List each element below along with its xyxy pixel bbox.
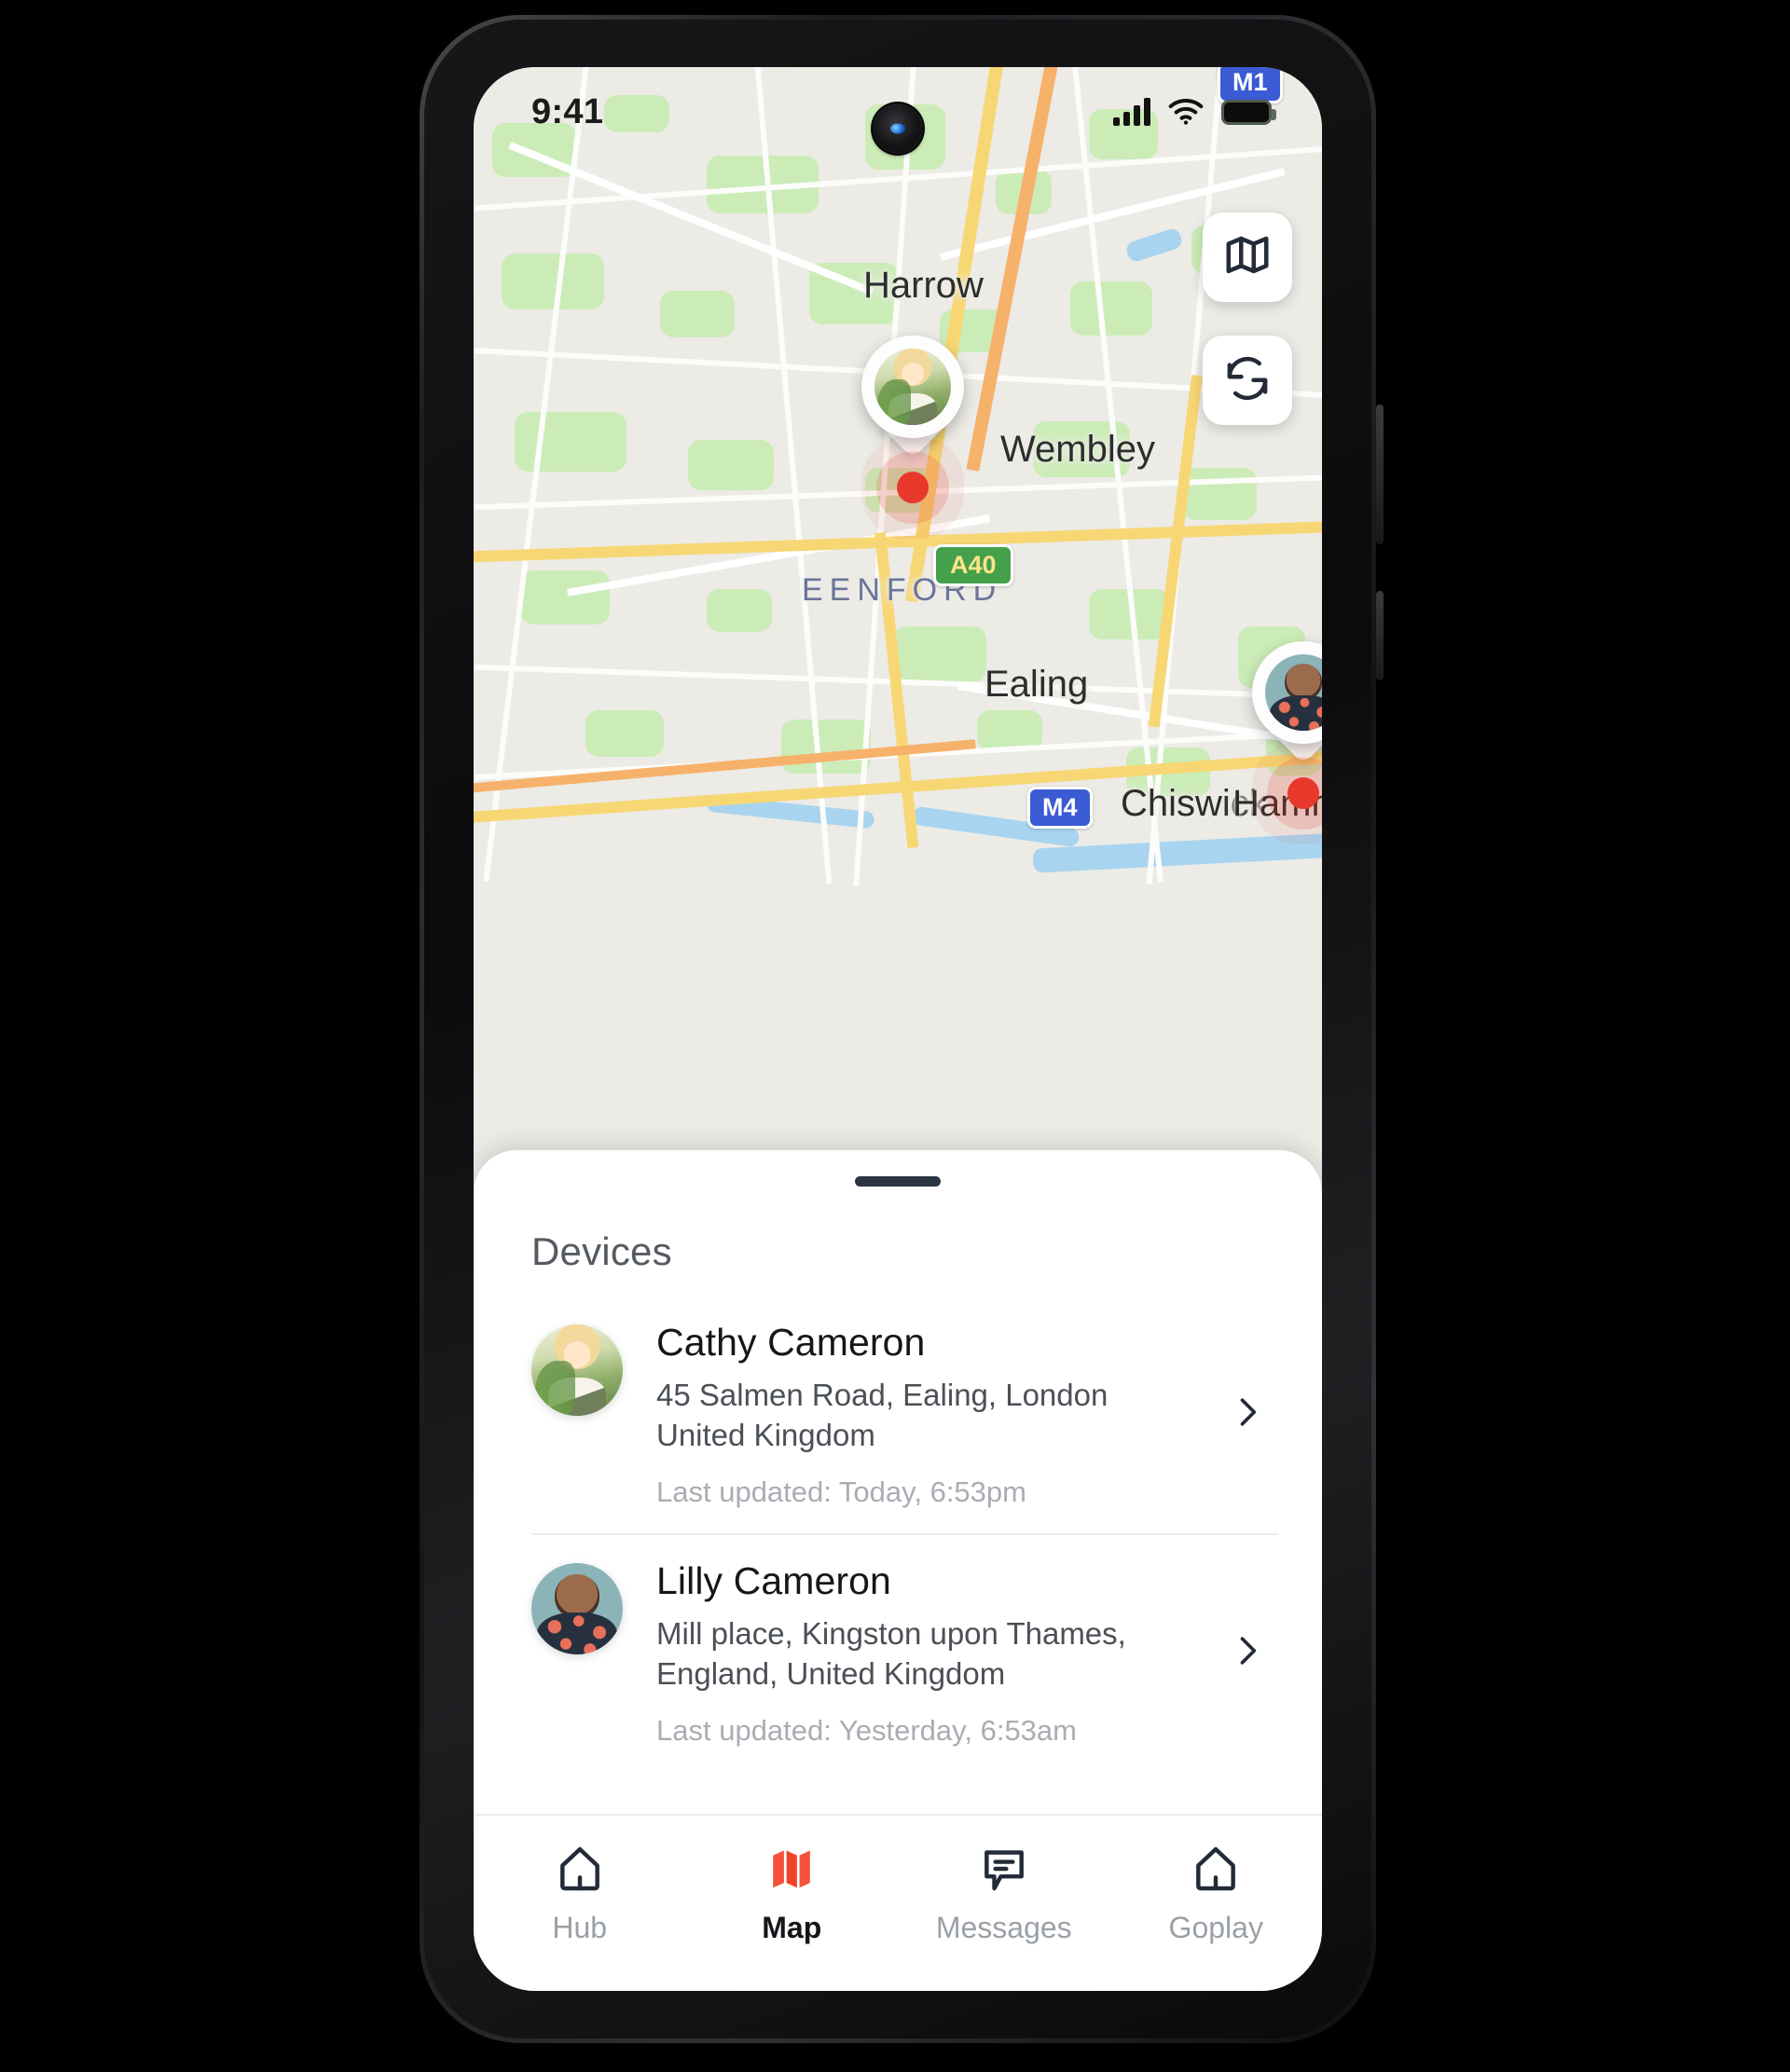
phone-screen: Harrow Wembley Ealing Chiswick Hammersmi… <box>474 67 1322 1991</box>
tab-label: Hub <box>552 1911 608 1944</box>
status-clock: 9:41 <box>531 91 604 131</box>
map-view[interactable]: Harrow Wembley Ealing Chiswick Hammersmi… <box>474 67 1322 1167</box>
screenshot-root: Harrow Wembley Ealing Chiswick Hammersmi… <box>0 0 1790 2072</box>
avatar-lilly <box>531 1563 623 1655</box>
devices-list: Cathy Cameron 45 Salmen Road, Ealing, Lo… <box>474 1295 1322 1772</box>
home-icon <box>1190 1840 1242 1898</box>
road-shield-m4: M4 <box>1027 787 1093 829</box>
pin-location-dot <box>1287 777 1319 809</box>
tab-goplay[interactable]: Goplay <box>1141 1840 1290 1945</box>
refresh-icon <box>1222 353 1273 408</box>
pin-body <box>1252 641 1322 744</box>
device-info: Lilly Cameron Mill place, Kingston upon … <box>656 1557 1227 1748</box>
map-pin-lilly[interactable] <box>1252 641 1322 809</box>
map-controls <box>1203 213 1292 459</box>
device-info: Cathy Cameron 45 Salmen Road, Ealing, Lo… <box>656 1319 1227 1509</box>
map-label-harrow: Harrow <box>863 265 984 306</box>
power-button[interactable] <box>1376 591 1384 680</box>
device-row-cathy[interactable]: Cathy Cameron 45 Salmen Road, Ealing, Lo… <box>474 1295 1322 1533</box>
device-name: Lilly Cameron <box>656 1559 891 1603</box>
signal-bars-icon <box>1113 98 1150 126</box>
road-shield-a40: A40 <box>933 544 1013 586</box>
wifi-icon <box>1168 99 1204 125</box>
map-folded-icon <box>766 1840 817 1898</box>
chevron-right-icon[interactable] <box>1227 1392 1268 1437</box>
devices-bottom-sheet: Devices Cathy Cameron 45 Salmen Road, Ea… <box>474 1150 1322 1991</box>
chevron-right-icon[interactable] <box>1227 1630 1268 1676</box>
tab-map[interactable]: Map <box>717 1840 866 1945</box>
home-icon <box>554 1840 606 1898</box>
status-icons <box>1113 98 1276 126</box>
pin-body <box>861 336 964 438</box>
device-row-lilly[interactable]: Lilly Cameron Mill place, Kingston upon … <box>474 1533 1322 1772</box>
bottom-tab-bar: Hub Map Messages Goplay <box>474 1814 1322 1991</box>
tab-label: Goplay <box>1168 1911 1263 1944</box>
tab-label: Map <box>762 1911 822 1944</box>
device-address-line1: Mill place, Kingston upon Thames, <box>656 1616 1126 1652</box>
map-pin-cathy[interactable] <box>861 336 964 503</box>
tab-label: Messages <box>935 1911 1072 1944</box>
device-address-line1: 45 Salmen Road, Ealing, London <box>656 1378 1108 1412</box>
tab-hub[interactable]: Hub <box>505 1840 654 1945</box>
map-label-ealing: Ealing <box>984 664 1089 705</box>
device-address-line2: United Kingdom <box>656 1417 875 1452</box>
device-address: Mill place, Kingston upon Thames, Englan… <box>656 1614 1216 1694</box>
pin-avatar-lilly <box>1265 654 1322 731</box>
refresh-button[interactable] <box>1203 336 1292 425</box>
pin-avatar-cathy <box>874 349 951 425</box>
tab-messages[interactable]: Messages <box>929 1840 1079 1945</box>
map-label-wembley: Wembley <box>1000 429 1155 470</box>
device-address: 45 Salmen Road, Ealing, London United Ki… <box>656 1376 1216 1455</box>
sheet-title: Devices <box>531 1229 672 1273</box>
device-last-updated: Last updated: Yesterday, 6:53am <box>656 1714 1077 1748</box>
device-name: Cathy Cameron <box>656 1321 926 1364</box>
map-canvas <box>474 67 1322 1167</box>
map-layers-button[interactable] <box>1203 213 1292 302</box>
volume-button[interactable] <box>1376 405 1384 544</box>
message-bubble-icon <box>978 1840 1030 1898</box>
pin-location-dot <box>897 472 929 503</box>
battery-icon <box>1221 99 1276 125</box>
sheet-drag-handle[interactable] <box>855 1176 941 1187</box>
avatar-cathy <box>531 1324 623 1416</box>
device-address-line2: England, United Kingdom <box>656 1655 1006 1691</box>
device-last-updated: Last updated: Today, 6:53pm <box>656 1475 1026 1509</box>
front-camera <box>874 104 922 153</box>
map-layers-icon <box>1222 230 1273 285</box>
